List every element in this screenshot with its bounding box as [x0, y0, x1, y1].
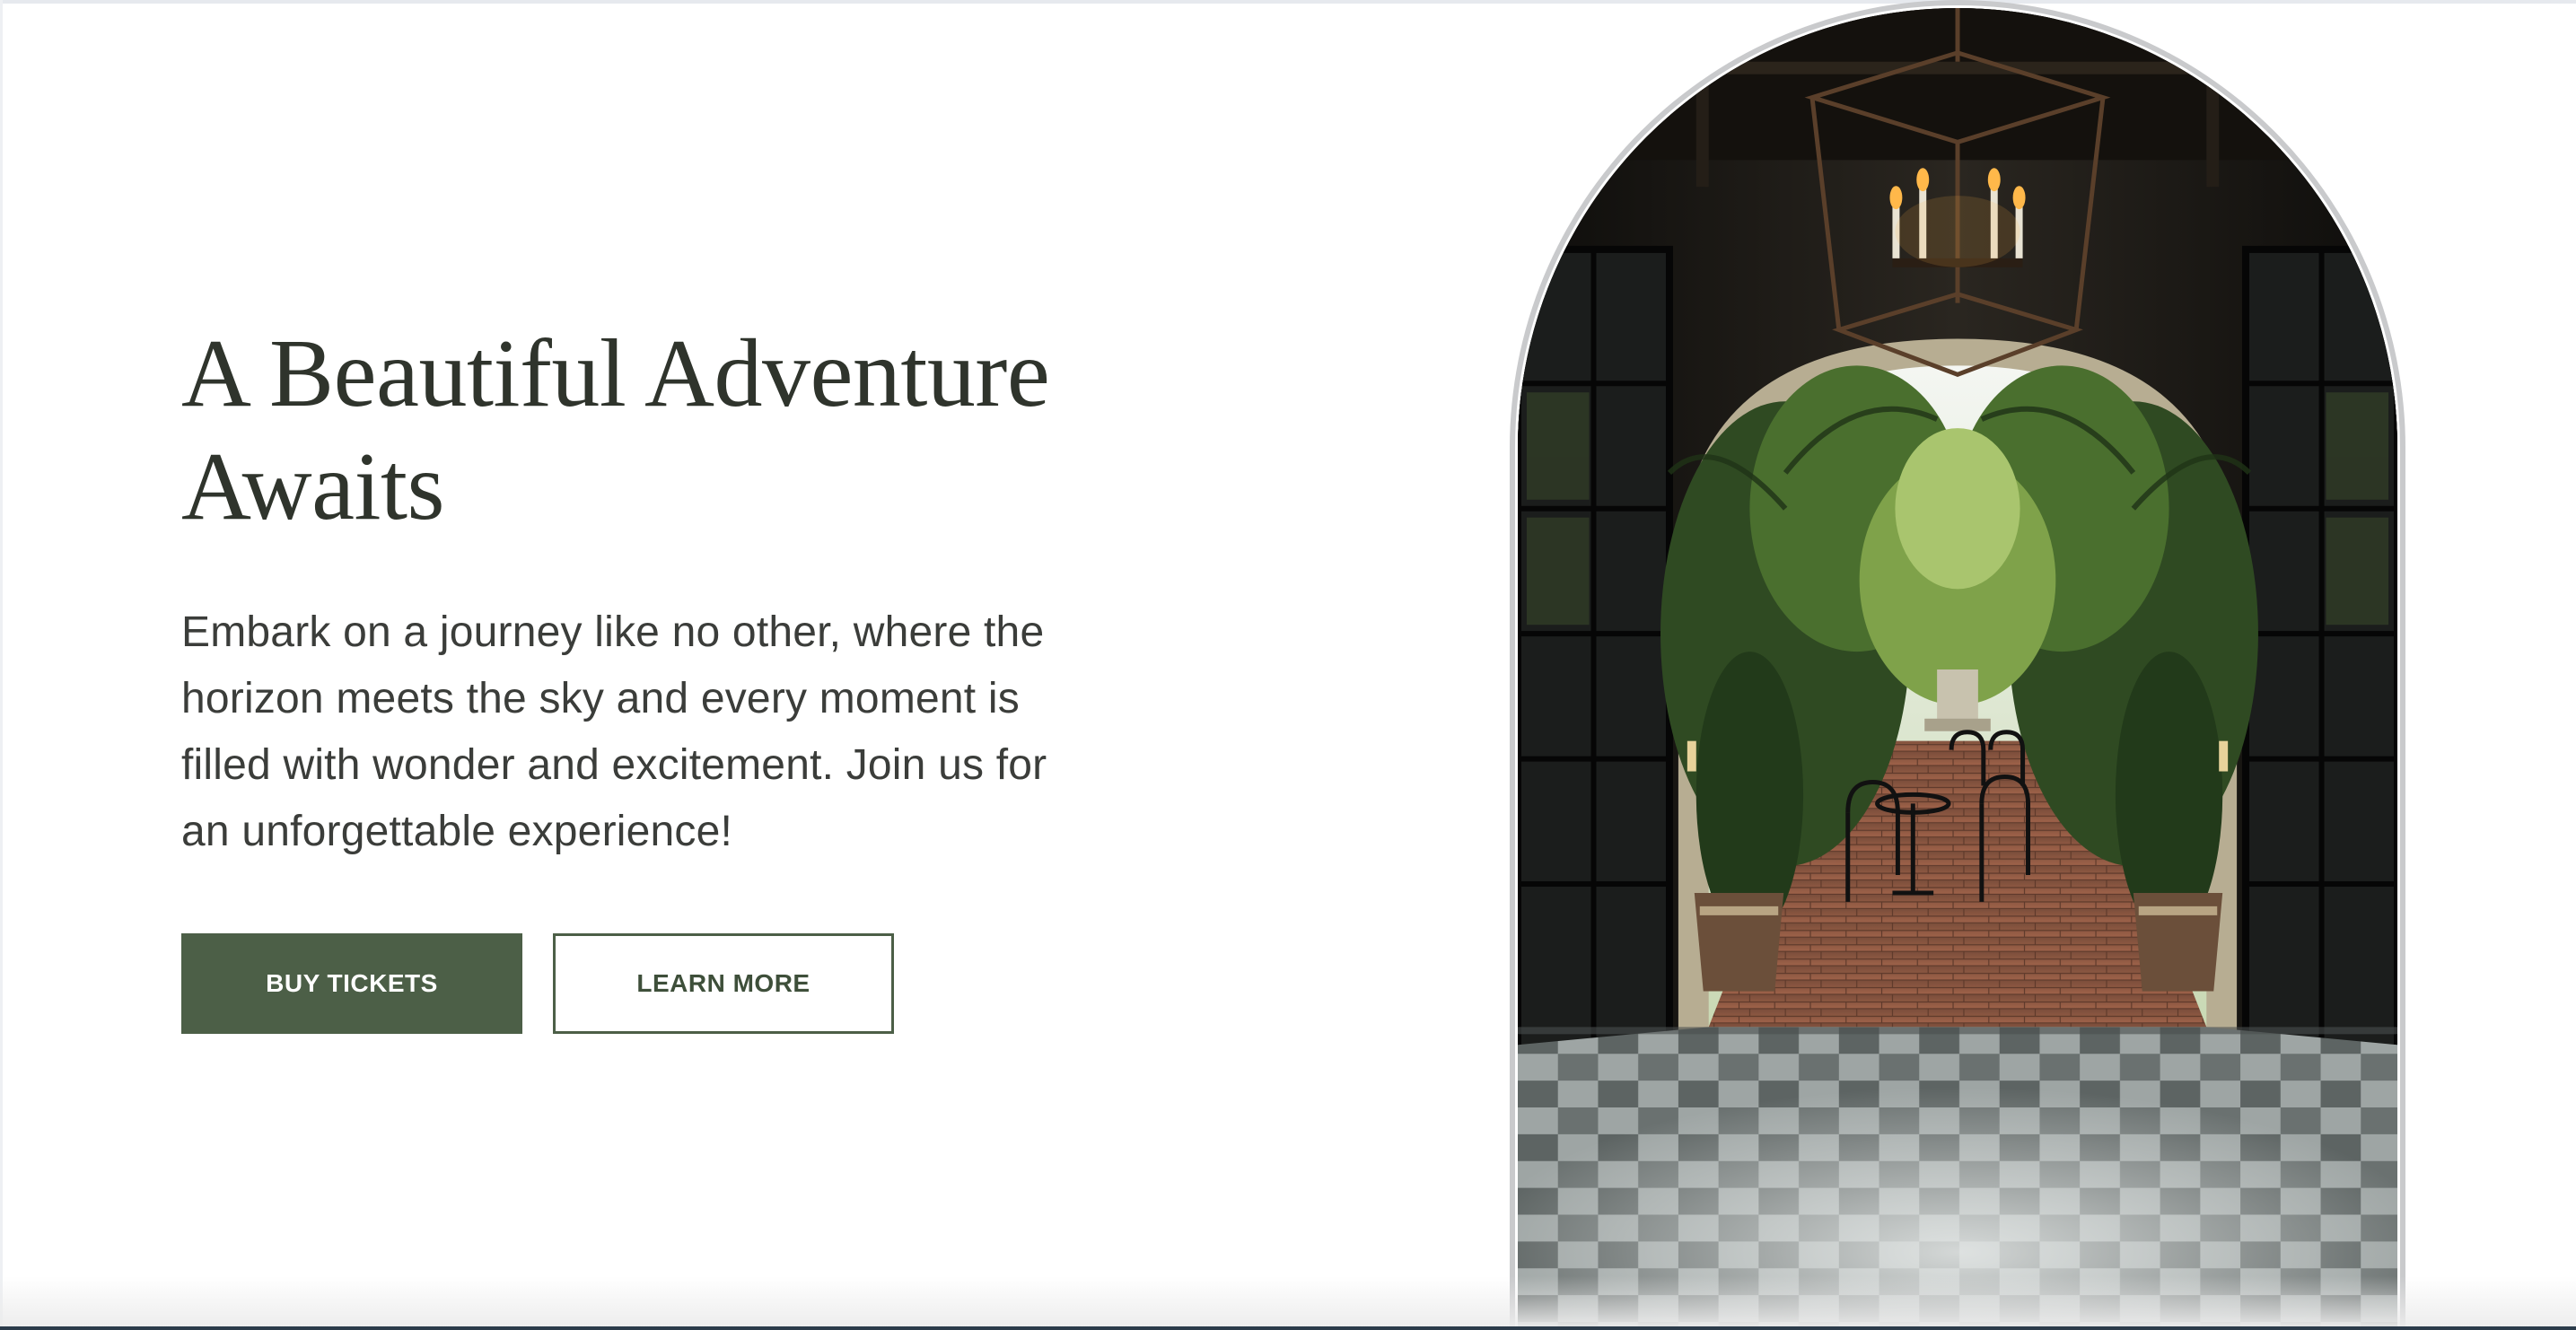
arched-image-frame [1510, 0, 2405, 1330]
left-divider [0, 0, 3, 1330]
top-divider [0, 0, 2576, 4]
hero-title-line-1: A Beautiful Adventure [181, 320, 1050, 427]
hero-description: Embark on a journey like no other, where… [181, 608, 1047, 855]
bottom-fade [0, 1276, 2576, 1330]
hero-title: A Beautiful Adventure Awaits [181, 318, 1133, 544]
buy-tickets-button[interactable]: BUY TICKETS [181, 933, 522, 1034]
bottom-divider [0, 1326, 2576, 1330]
hero-actions: BUY TICKETS LEARN MORE [181, 933, 1133, 1034]
courtyard-photo [1515, 5, 2400, 1330]
hero-section: A Beautiful Adventure Awaits Embark on a… [181, 318, 1133, 1034]
hero-title-line-2: Awaits [181, 433, 445, 540]
landing-page: A Beautiful Adventure Awaits Embark on a… [0, 0, 2576, 1330]
learn-more-button[interactable]: LEARN MORE [553, 933, 894, 1034]
courtyard-illustration [1518, 8, 2397, 1327]
